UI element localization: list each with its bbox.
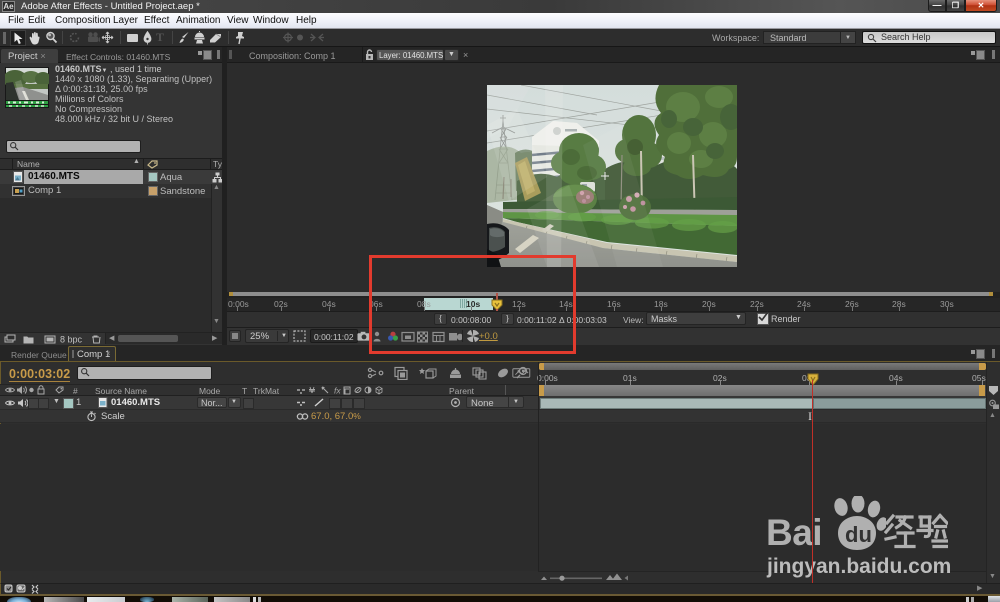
svg-text:8 bpc: 8 bpc: [60, 335, 83, 345]
svg-text:fx: fx: [334, 386, 341, 396]
svg-text:du: du: [845, 522, 872, 547]
